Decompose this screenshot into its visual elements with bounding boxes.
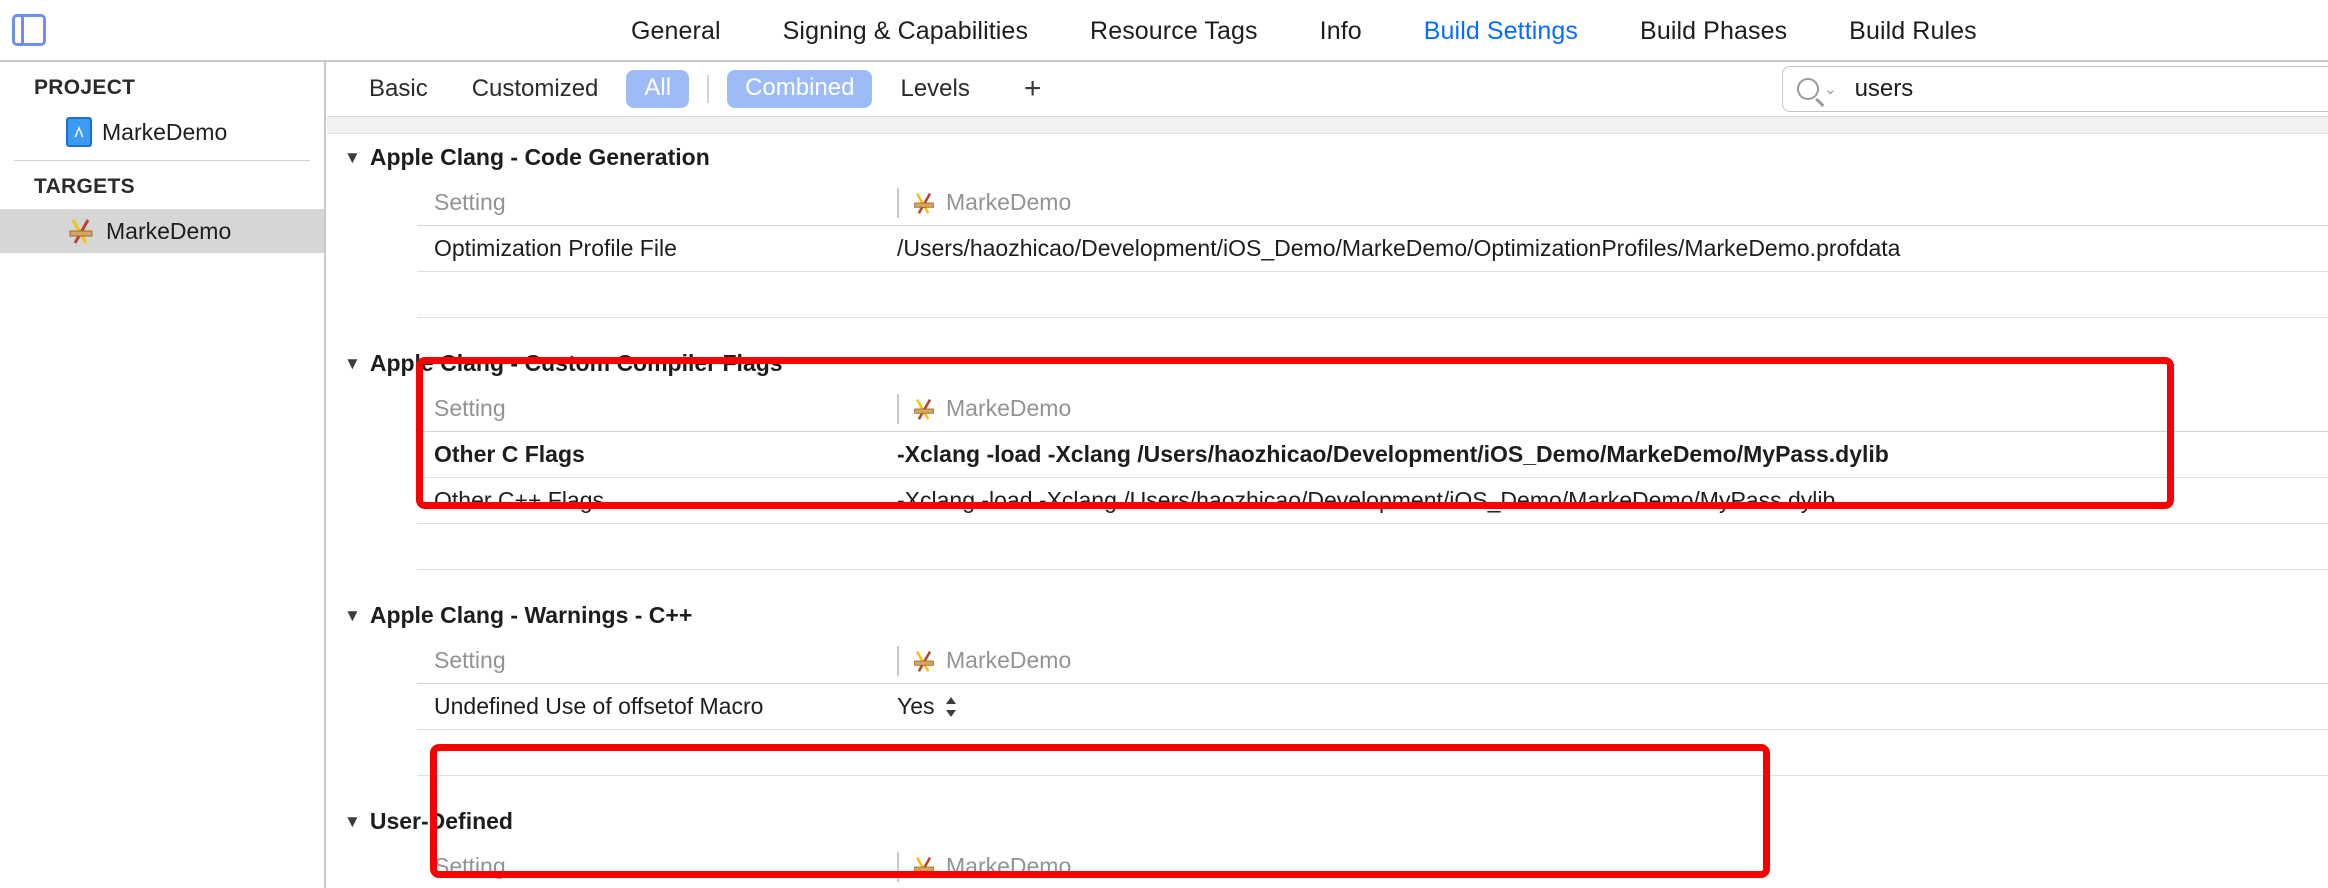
filter-levels[interactable]: Levels — [878, 75, 991, 103]
column-header-target-label: MarkeDemo — [946, 189, 1072, 215]
column-header-setting: Setting — [434, 189, 506, 215]
targets-section-header: TARGETS — [34, 175, 135, 198]
group-table-warnings-cpp: Setting MarkeDemo Undefined Use of offse… — [417, 638, 2328, 776]
column-header-target-label: MarkeDemo — [946, 647, 1072, 673]
tab-resource-tags[interactable]: Resource Tags — [1059, 17, 1289, 46]
target-icon — [66, 217, 96, 245]
table-header-row: Setting MarkeDemo — [417, 844, 2328, 888]
disclosure-triangle-icon[interactable]: ▼ — [344, 355, 361, 372]
table-row-empty — [417, 524, 2328, 570]
filter-all[interactable]: All — [626, 70, 690, 108]
column-header-target-label: MarkeDemo — [946, 395, 1072, 421]
group-header-code-generation[interactable]: ▼ Apple Clang - Code Generation — [327, 134, 2328, 180]
project-navigator: PROJECT MarkeDemo TARGETS MarkeDemo — [0, 62, 326, 888]
setting-name: Optimization Profile File — [434, 235, 677, 261]
group-title: Apple Clang - Code Generation — [369, 143, 710, 170]
column-header-target-label: MarkeDemo — [946, 853, 1072, 879]
sidebar-toggle-bar — [15, 17, 24, 43]
tab-build-rules[interactable]: Build Rules — [1818, 17, 2008, 46]
tab-build-settings[interactable]: Build Settings — [1393, 17, 1609, 46]
filter-basic[interactable]: Basic — [347, 75, 450, 103]
setting-value-label: Yes — [897, 693, 935, 719]
target-icon — [911, 191, 937, 215]
table-row[interactable]: Other C++ Flags -Xclang -load -Xclang /U… — [417, 478, 2328, 524]
add-setting-button[interactable]: + — [1006, 74, 1060, 104]
disclosure-triangle-icon[interactable]: ▼ — [344, 149, 361, 166]
group-header-user-defined[interactable]: ▼ User-Defined — [327, 798, 2328, 844]
target-icon — [911, 855, 937, 879]
group-table-custom-compiler-flags: Setting MarkeDemo Other C Flags -Xclang … — [417, 386, 2328, 570]
xcode-project-icon — [66, 117, 92, 147]
table-top-stripe — [327, 117, 2328, 134]
column-separator — [897, 851, 899, 882]
column-header-target: MarkeDemo — [897, 851, 2328, 882]
group-header-warnings-cpp[interactable]: ▼ Apple Clang - Warnings - C++ — [327, 592, 2328, 638]
filter-customized[interactable]: Customized — [450, 75, 621, 103]
search-input[interactable]: ⌄ users — [1782, 66, 2328, 112]
disclosure-triangle-icon[interactable]: ▼ — [344, 607, 361, 624]
column-header-target: MarkeDemo — [897, 645, 2328, 676]
filter-divider — [707, 75, 710, 103]
group-table-user-defined: Setting MarkeDemo CC /Users/haozhicao/LL… — [417, 844, 2328, 888]
disclosure-triangle-icon[interactable]: ▼ — [344, 813, 361, 830]
column-header-setting: Setting — [434, 853, 506, 879]
inspector-tabs: General Signing & Capabilities Resource … — [600, 0, 2008, 62]
sidebar-toggle-icon[interactable] — [12, 14, 46, 46]
search-icon — [1797, 78, 1819, 100]
sidebar-item-label: MarkeDemo — [106, 217, 232, 244]
column-separator — [897, 393, 899, 424]
tab-info[interactable]: Info — [1289, 17, 1393, 46]
column-separator — [897, 187, 899, 218]
table-header-row: Setting MarkeDemo — [417, 180, 2328, 226]
setting-value[interactable]: /Users/haozhicao/Development/iOS_Demo/Ma… — [897, 235, 2328, 262]
chevron-down-icon[interactable]: ⌄ — [1824, 80, 1837, 98]
setting-value[interactable]: -Xclang -load -Xclang /Users/haozhicao/D… — [897, 441, 2328, 468]
column-header-target: MarkeDemo — [897, 187, 2328, 218]
build-settings-table[interactable]: ▼ Apple Clang - Code Generation Setting … — [327, 117, 2328, 888]
setting-name: Undefined Use of offsetof Macro — [434, 693, 764, 719]
column-header-target: MarkeDemo — [897, 393, 2328, 424]
sidebar-item-target-markedemo[interactable]: MarkeDemo — [0, 209, 324, 253]
tab-signing-capabilities[interactable]: Signing & Capabilities — [752, 17, 1059, 46]
setting-name: Other C++ Flags — [434, 487, 605, 513]
setting-value[interactable]: Yes — [897, 693, 2328, 720]
setting-name: Other C Flags — [434, 441, 585, 467]
group-header-custom-compiler-flags[interactable]: ▼ Apple Clang - Custom Compiler Flags — [327, 340, 2328, 386]
sidebar-item-project-markedemo[interactable]: MarkeDemo — [0, 110, 324, 154]
column-header-setting: Setting — [434, 395, 506, 421]
table-row-empty — [417, 730, 2328, 776]
project-section-header: PROJECT — [34, 76, 136, 99]
stepper-icon[interactable] — [943, 694, 959, 720]
group-title: Apple Clang - Warnings - C++ — [369, 601, 693, 628]
tab-build-phases[interactable]: Build Phases — [1609, 17, 1818, 46]
group-title: User-Defined — [369, 807, 513, 834]
table-header-row: Setting MarkeDemo — [417, 638, 2328, 684]
group-title: Apple Clang - Custom Compiler Flags — [369, 349, 783, 376]
setting-value[interactable]: -Xclang -load -Xclang /Users/haozhicao/D… — [897, 487, 2328, 514]
tab-general[interactable]: General — [600, 17, 752, 46]
table-row[interactable]: Other C Flags -Xclang -load -Xclang /Use… — [417, 432, 2328, 478]
search-value: users — [1854, 75, 1914, 102]
table-row-empty — [417, 272, 2328, 318]
column-separator — [897, 645, 899, 676]
column-header-setting: Setting — [434, 647, 506, 673]
group-table-code-generation: Setting MarkeDemo Optimization Profile F… — [417, 180, 2328, 318]
table-row[interactable]: Undefined Use of offsetof Macro Yes — [417, 684, 2328, 730]
table-header-row: Setting MarkeDemo — [417, 386, 2328, 432]
target-icon — [911, 649, 937, 673]
tab-bar: General Signing & Capabilities Resource … — [0, 0, 2328, 62]
target-icon — [911, 397, 937, 421]
sidebar-item-label: MarkeDemo — [102, 118, 228, 145]
filter-combined[interactable]: Combined — [727, 70, 873, 108]
table-row[interactable]: Optimization Profile File /Users/haozhic… — [417, 226, 2328, 272]
